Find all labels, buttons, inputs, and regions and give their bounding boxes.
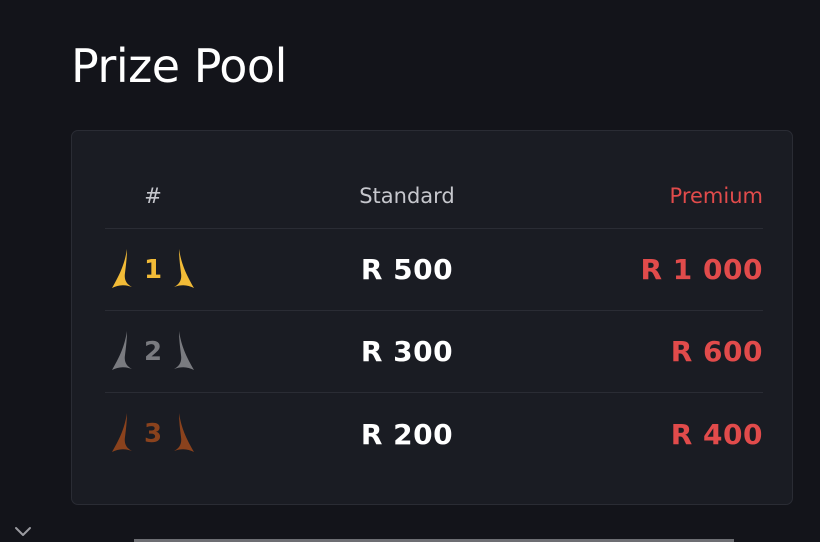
table-row: 1 R 500 R 1 000: [105, 229, 763, 311]
laurel-left-icon: [112, 413, 132, 452]
laurel-right-icon: [174, 413, 194, 452]
premium-prize: R 1 000: [640, 253, 763, 286]
premium-column-header: Premium: [669, 184, 763, 208]
chevron-down-icon[interactable]: [14, 526, 32, 538]
standard-prize: R 200: [360, 417, 454, 451]
laurel-right-icon: [174, 248, 194, 288]
laurel-right-icon: [174, 330, 194, 370]
standard-prize: R 300: [360, 335, 454, 368]
laurel-left-icon: [112, 248, 132, 288]
premium-prize: R 400: [670, 417, 763, 451]
rank-column-header: #: [144, 184, 162, 208]
table-row: 3 R 200 R 400: [105, 393, 763, 475]
rank-number: 1: [144, 254, 163, 285]
standard-prize: R 500: [360, 253, 454, 286]
table-header-row: # Standard Premium: [105, 164, 763, 229]
prize-table: # Standard Premium 1 R 500 R 1 000 2 R 3…: [105, 164, 763, 475]
premium-prize: R 600: [670, 335, 763, 368]
rank-number: 3: [144, 419, 163, 449]
laurel-left-icon: [112, 330, 132, 370]
prize-pool-card: # Standard Premium 1 R 500 R 1 000 2 R 3…: [71, 130, 793, 505]
standard-column-header: Standard: [359, 184, 455, 208]
rank-cell: 3: [105, 411, 201, 457]
page-title: Prize Pool: [71, 39, 287, 93]
rank-cell: 2: [105, 329, 201, 375]
table-row: 2 R 300 R 600: [105, 311, 763, 393]
rank-number: 2: [144, 336, 163, 367]
rank-cell: 1: [105, 247, 201, 293]
